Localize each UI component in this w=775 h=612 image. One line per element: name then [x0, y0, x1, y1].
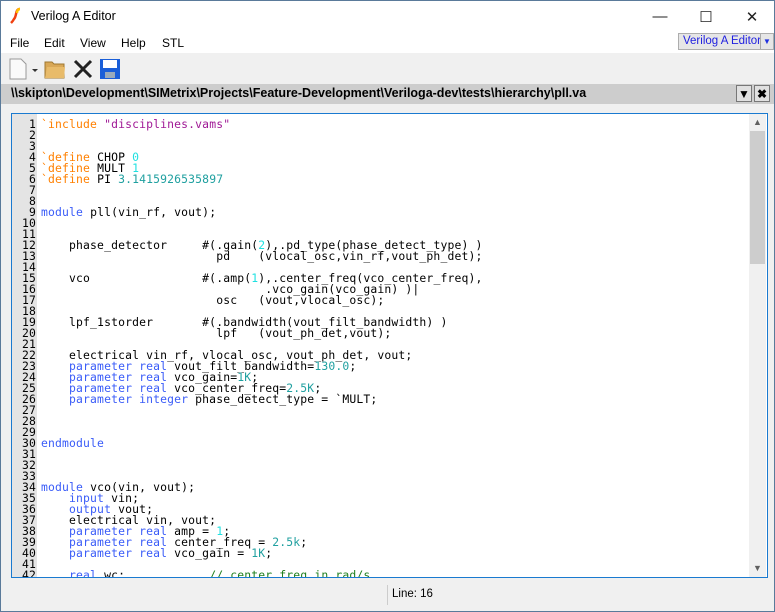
- close-tab-button[interactable]: ✖: [754, 85, 770, 102]
- close-file-icon[interactable]: [72, 58, 94, 80]
- scrollbar-thumb[interactable]: [750, 131, 765, 264]
- code-line: 6 `define PI 3.1415926535897: [12, 172, 490, 186]
- code-token: lpf (vout_ph_det,vout);: [41, 326, 392, 340]
- code-token: phase_detect_type = `MULT;: [195, 392, 378, 406]
- title-bar: Verilog A Editor — ☐ ✕: [1, 1, 774, 32]
- code-token: // center freq in rad/s: [209, 568, 371, 578]
- maximize-icon: ☐: [699, 8, 713, 26]
- code-token: pd (vlocal_osc,vin_rf,vout_ph_det);: [41, 249, 483, 263]
- code-line: 32: [12, 459, 490, 471]
- code-line: 20 lpf (vout_ph_det,vout);: [12, 326, 490, 340]
- menu-view[interactable]: View: [80, 36, 106, 50]
- code-line: 9 module pll(vin_rf, vout);: [12, 205, 490, 219]
- window-title: Verilog A Editor: [31, 9, 116, 23]
- minimize-button[interactable]: —: [637, 1, 683, 32]
- status-divider: [387, 585, 388, 605]
- chevron-down-icon: ▼: [738, 86, 750, 101]
- code-token: 130.0: [314, 359, 350, 373]
- tab-dropdown-button[interactable]: ▼: [736, 85, 752, 102]
- code-token: `define: [41, 172, 98, 186]
- code-token: parameter integer: [41, 392, 196, 406]
- minimize-icon: —: [652, 8, 668, 25]
- chevron-down-icon: ▼: [760, 34, 773, 49]
- status-bar: Line: 16: [1, 581, 774, 611]
- code-line: 42 real wc; // center freq in rad/s: [12, 568, 490, 578]
- code-token: real: [41, 568, 105, 578]
- line-number: 42: [21, 568, 36, 578]
- mode-selector-value: Verilog A Editor: [683, 35, 761, 47]
- code-editor[interactable]: 1 `include "disciplines.vams" 2 3 4 `defin…: [11, 113, 768, 578]
- code-token: ;: [265, 546, 273, 560]
- scroll-down-icon[interactable]: ▼: [749, 560, 766, 577]
- dropdown-icon[interactable]: [29, 58, 41, 80]
- code-token: "disciplines.vams": [104, 117, 231, 131]
- code-token: vco_gain =: [174, 546, 252, 560]
- vertical-scrollbar[interactable]: ▲ ▼: [749, 114, 766, 577]
- code-line: 2: [12, 129, 490, 141]
- code-token: ;: [300, 535, 308, 549]
- code-token: `include: [41, 117, 105, 131]
- code-token: osc (vout,vlocal_osc);: [41, 293, 385, 307]
- menu-help[interactable]: Help: [121, 36, 146, 50]
- code-token: endmodule: [41, 436, 105, 450]
- code-line: 7: [12, 184, 490, 196]
- code-token: PI: [97, 172, 119, 186]
- code-line: 40 parameter real vco_gain = 1K;: [12, 546, 490, 560]
- code-token: module: [41, 205, 91, 219]
- code-line: 17 osc (vout,vlocal_osc);: [12, 293, 490, 307]
- code-line: 10: [12, 217, 490, 229]
- line-indicator: Line: 16: [392, 588, 433, 600]
- file-path-bar: \\skipton\Development\SIMetrix\Projects\…: [1, 84, 774, 104]
- open-folder-icon[interactable]: [44, 58, 66, 80]
- menu-file[interactable]: File: [10, 36, 29, 50]
- file-path: \\skipton\Development\SIMetrix\Projects\…: [11, 86, 587, 100]
- code-token: parameter real: [41, 546, 175, 560]
- code-token: 3.1415926535897: [118, 172, 224, 186]
- code-line: 1 `include "disciplines.vams": [12, 117, 490, 131]
- app-logo-icon: [10, 7, 21, 24]
- scroll-up-icon[interactable]: ▲: [749, 114, 766, 131]
- code-line: 26 parameter integer phase_detect_type =…: [12, 392, 490, 406]
- code-line: 30 endmodule: [12, 436, 490, 450]
- toolbar: [1, 53, 774, 84]
- maximize-button[interactable]: ☐: [683, 1, 729, 32]
- code-line: 27: [12, 404, 490, 416]
- menu-edit[interactable]: Edit: [44, 36, 65, 50]
- save-icon[interactable]: [99, 58, 121, 80]
- close-window-button[interactable]: ✕: [729, 1, 775, 32]
- close-icon: ✕: [745, 8, 759, 26]
- code-token: pll(vin_rf, vout);: [90, 205, 217, 219]
- code-content[interactable]: 1 `include "disciplines.vams" 2 3 4 `defin…: [12, 117, 490, 578]
- code-line: 13 pd (vlocal_osc,vin_rf,vout_ph_det);: [12, 249, 490, 263]
- close-icon: ✖: [756, 86, 768, 101]
- new-file-icon[interactable]: [7, 58, 29, 80]
- code-line: 28: [12, 415, 490, 427]
- code-line: 31: [12, 448, 490, 460]
- menu-bar: File Edit View Help STL: [1, 32, 774, 53]
- mode-selector[interactable]: Verilog A Editor ▼: [678, 33, 774, 50]
- menu-stl[interactable]: STL: [162, 36, 184, 50]
- code-token: wc;: [104, 568, 210, 578]
- code-token: ;: [349, 359, 357, 373]
- code-token: 1K: [251, 546, 266, 560]
